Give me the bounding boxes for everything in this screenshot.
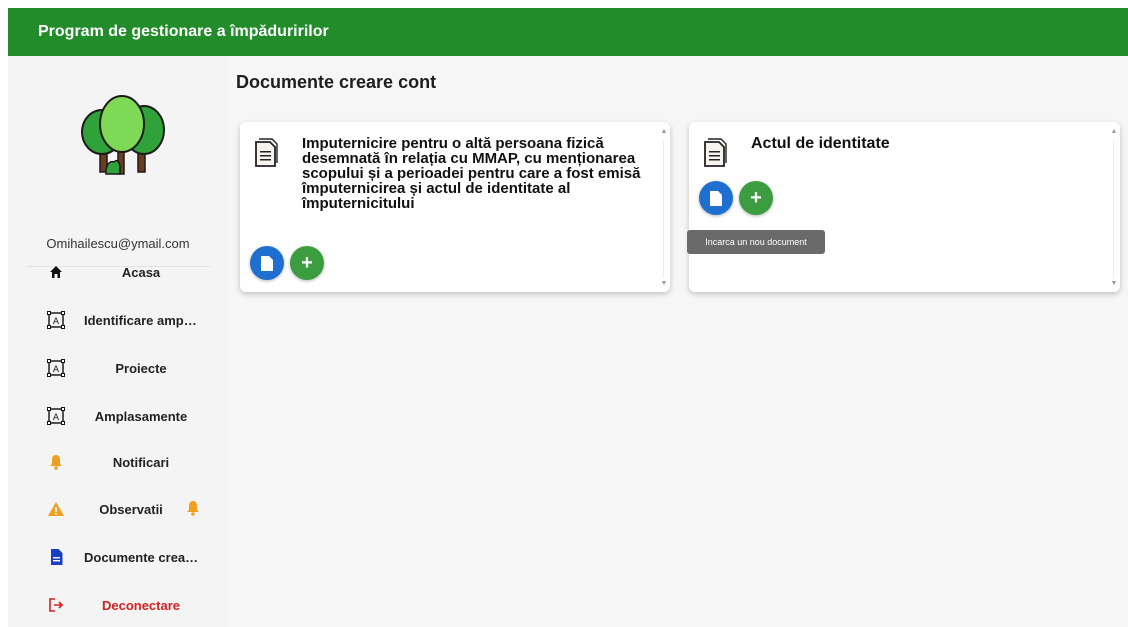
- map-frame-icon: A: [46, 310, 66, 330]
- document-card: Imputernicire pentru o altă persoana fiz…: [240, 122, 670, 292]
- card-title: Imputernicire pentru o altă persoana fiz…: [302, 135, 641, 212]
- sidebar-item-label: Documente creare cont: [84, 549, 200, 565]
- card-title: Actul de identitate: [751, 135, 890, 152]
- document-outline-icon: [704, 138, 727, 167]
- scroll-down-icon[interactable]: ▼: [660, 280, 668, 288]
- svg-text:A: A: [53, 365, 60, 375]
- sidebar-item-proiecte[interactable]: A Proiecte: [8, 348, 228, 388]
- upload-document-button[interactable]: +: [290, 246, 324, 280]
- sidebar-item-amplasamente[interactable]: A Amplasamente: [8, 396, 228, 436]
- scroll-up-icon[interactable]: ▲: [1110, 128, 1118, 136]
- upload-document-button[interactable]: +: [739, 181, 773, 215]
- sidebar-item-acasa[interactable]: Acasa: [8, 252, 228, 292]
- app-root: Program de gestionare a împăduririlor Om…: [8, 8, 1128, 627]
- sidebar-item-observatii[interactable]: Observatii: [8, 489, 228, 529]
- plus-icon: +: [750, 187, 762, 209]
- sidebar-item-label: Notificari: [112, 454, 170, 470]
- bell-icon: [186, 500, 202, 518]
- app-title: Program de gestionare a împăduririlor: [38, 23, 329, 40]
- trees-logo: [81, 95, 165, 175]
- user-email: Omihailescu@ymail.com: [46, 236, 190, 251]
- scrollbar[interactable]: ▲ ▼: [1110, 126, 1118, 288]
- svg-text:A: A: [53, 317, 60, 327]
- map-frame-icon: A: [46, 358, 66, 378]
- sidebar-item-label: Amplasamente: [94, 408, 188, 424]
- view-document-button[interactable]: [699, 181, 733, 215]
- warning-icon: [46, 499, 66, 519]
- document-outline-icon: [255, 138, 278, 167]
- sidebar-item-identificare[interactable]: A Identificare amplasament: [8, 300, 228, 340]
- sidebar-item-label: Deconectare: [101, 597, 181, 613]
- scroll-line: [1113, 140, 1114, 278]
- sidebar: Omihailescu@ymail.com Acasa A Identifica…: [8, 56, 228, 627]
- svg-text:A: A: [53, 413, 60, 423]
- file-icon: [710, 190, 722, 206]
- logout-icon: [46, 595, 66, 615]
- scroll-up-icon[interactable]: ▲: [660, 128, 668, 136]
- plus-icon: +: [301, 252, 313, 274]
- home-icon: [46, 262, 66, 282]
- document-card: Actul de identitate + ▲ ▼: [689, 122, 1120, 292]
- page-title: Documente creare cont: [236, 72, 437, 92]
- scroll-line: [663, 140, 664, 278]
- sidebar-item-deconectare[interactable]: Deconectare: [8, 585, 228, 625]
- sidebar-item-label: Acasa: [121, 264, 161, 280]
- file-icon: [261, 255, 273, 271]
- view-document-button[interactable]: [250, 246, 284, 280]
- scrollbar[interactable]: ▲ ▼: [660, 126, 668, 288]
- map-frame-icon: A: [46, 406, 66, 426]
- sidebar-item-notificari[interactable]: Notificari: [8, 442, 228, 482]
- sidebar-item-label: Proiecte: [115, 360, 167, 376]
- app-header: Program de gestionare a împăduririlor: [8, 8, 1128, 56]
- document-icon: [46, 547, 66, 567]
- bell-icon: [46, 452, 66, 472]
- sidebar-item-documente[interactable]: Documente creare cont: [8, 537, 228, 577]
- upload-tooltip: Incarca un nou document: [687, 230, 825, 254]
- sidebar-item-label: Observatii: [99, 501, 163, 517]
- sidebar-item-label: Identificare amplasament: [84, 312, 200, 328]
- scroll-down-icon[interactable]: ▼: [1110, 280, 1118, 288]
